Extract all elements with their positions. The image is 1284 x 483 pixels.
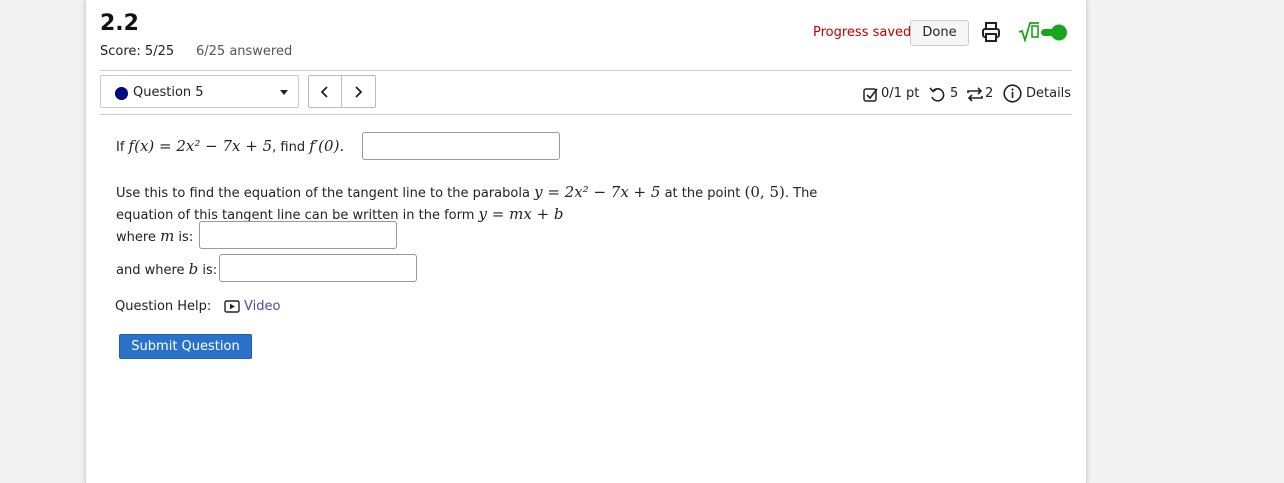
question-text: , find xyxy=(272,140,310,155)
question-selector[interactable]: Question 5 xyxy=(100,75,299,108)
chevron-down-icon xyxy=(280,90,288,95)
question-paragraph: Use this to find the equation of the tan… xyxy=(116,182,836,226)
derivative-expression: f′(0). xyxy=(309,137,345,155)
video-play-icon[interactable] xyxy=(224,300,240,313)
retry-icon xyxy=(929,87,945,102)
details-link[interactable]: Details xyxy=(1026,86,1071,101)
slope-variable: m xyxy=(160,227,175,245)
question-selector-label: Question 5 xyxy=(133,85,204,100)
question-text: is: xyxy=(174,230,194,245)
slope-answer-input[interactable] xyxy=(199,221,397,249)
checkbox-icon xyxy=(863,88,878,102)
next-question-button[interactable] xyxy=(342,75,376,108)
question-text: and where xyxy=(116,263,189,278)
question-text: If xyxy=(116,140,129,155)
info-icon[interactable] xyxy=(1003,84,1022,103)
main-panel: 2.2 Score: 5/25 6/25 answered Progress s… xyxy=(85,0,1087,483)
header-divider xyxy=(100,70,1072,71)
previous-question-button[interactable] xyxy=(308,75,342,108)
chevron-left-icon xyxy=(320,86,328,98)
derivative-answer-input[interactable] xyxy=(362,132,560,160)
print-icon[interactable] xyxy=(981,21,1001,43)
math-input-toggle[interactable] xyxy=(1017,20,1069,44)
question-help-label: Question Help: xyxy=(115,299,212,314)
intercept-answer-input[interactable] xyxy=(219,254,417,282)
point-expression: (0, 5) xyxy=(744,183,785,201)
done-button[interactable]: Done xyxy=(910,20,969,46)
question-line-1: If f(x) = 2x² − 7x + 5, find f′(0). xyxy=(116,137,344,155)
slope-prompt: where m is: xyxy=(116,227,193,245)
question-text: where xyxy=(116,230,161,245)
question-text: is: xyxy=(198,263,218,278)
question-divider xyxy=(100,114,1072,115)
question-text: at the point xyxy=(660,186,745,201)
function-expression: f(x) = 2x² − 7x + 5 xyxy=(128,137,273,155)
progress-saved-status: Progress saved xyxy=(813,25,912,40)
video-help-link[interactable]: Video xyxy=(244,299,280,314)
points-value: 0/1 pt xyxy=(881,86,920,101)
chevron-right-icon xyxy=(355,86,363,98)
question-status-dot xyxy=(115,87,128,100)
page-title: 2.2 xyxy=(100,11,139,36)
intercept-prompt: and where b is: xyxy=(116,260,217,278)
parabola-expression: y = 2x² − 7x + 5 xyxy=(534,183,661,201)
score-text: Score: 5/25 xyxy=(100,44,175,59)
answered-count: 6/25 answered xyxy=(196,44,293,59)
intercept-variable: b xyxy=(188,260,199,278)
attempts-count: 2 xyxy=(985,86,994,101)
line-form-expression: y = mx + b xyxy=(478,205,564,223)
question-text: Use this to find the equation of the tan… xyxy=(116,186,535,201)
submit-question-button[interactable]: Submit Question xyxy=(119,334,252,359)
attempts-icon xyxy=(967,87,983,102)
retries-count: 5 xyxy=(950,86,959,101)
